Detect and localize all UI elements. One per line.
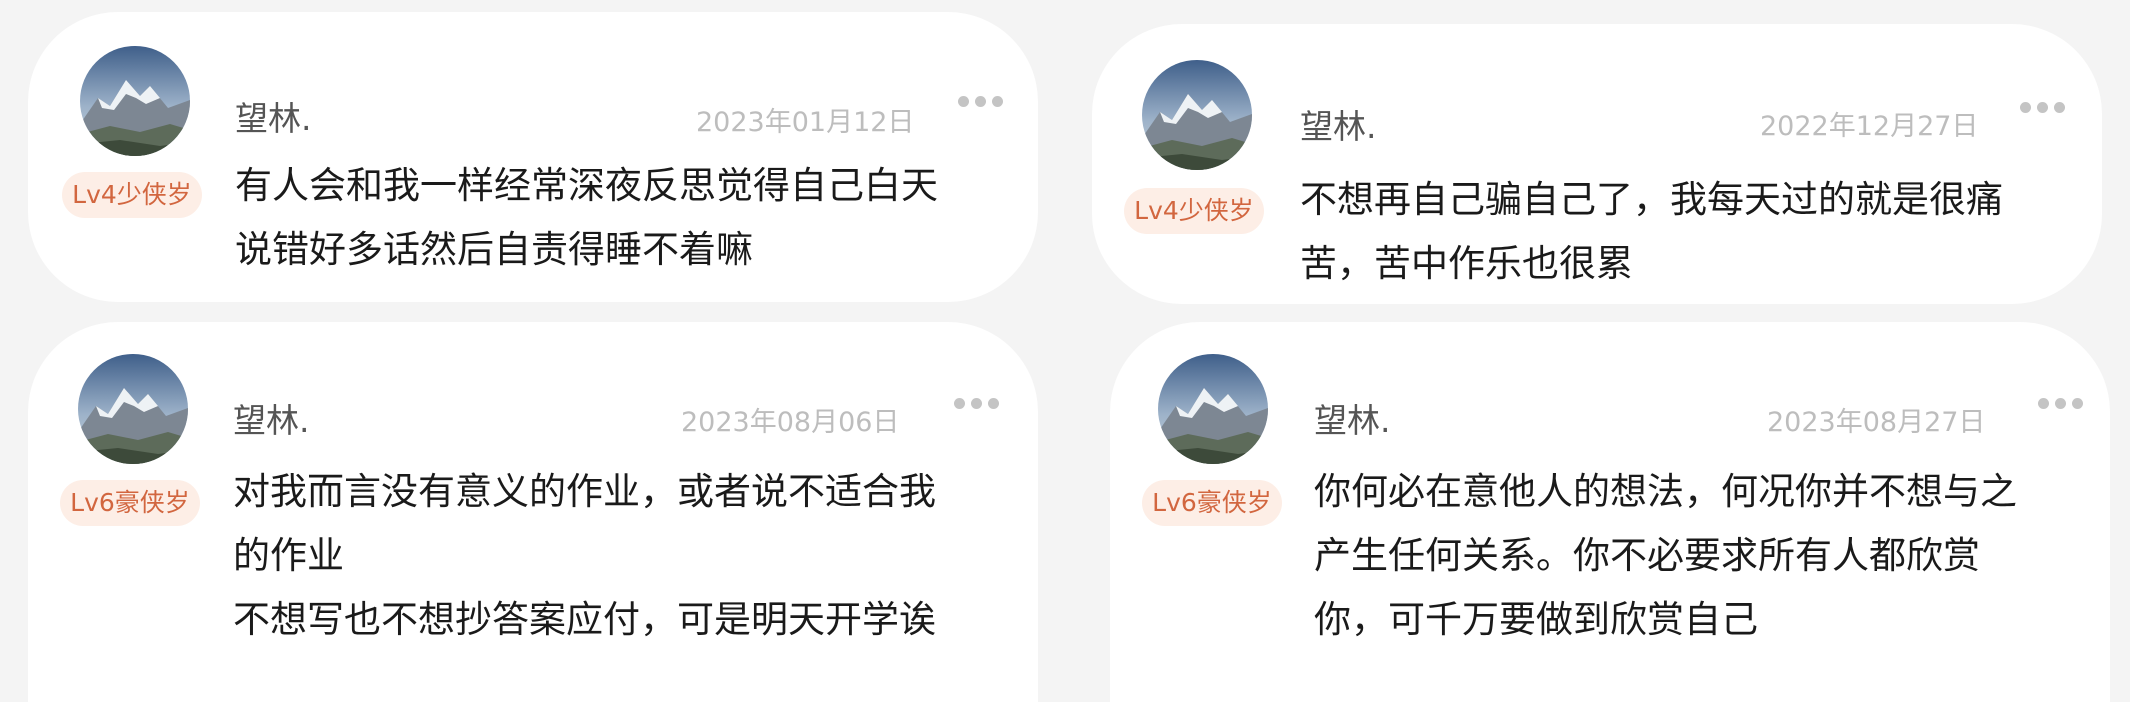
avatar[interactable] — [80, 46, 190, 156]
mountain-avatar-icon — [1158, 354, 1268, 464]
comment-text: 你何必在意他人的想法，何况你并不想与之 产生任何关系。你不必要求所有人都欣赏 你… — [1314, 460, 2017, 652]
comment-line: 的作业 — [233, 534, 344, 577]
comment-card: Lv6豪侠岁 望林. 2023年08月27日 你何必在意他人的想法，何况你并不想… — [1110, 322, 2110, 702]
username[interactable]: 望林. — [233, 394, 310, 442]
avatar[interactable] — [78, 354, 188, 464]
comment-line: 有人会和我一样经常深夜反思觉得自己白天 — [235, 164, 938, 207]
comment-line: 你，可千万要做到欣赏自己 — [1314, 598, 1758, 641]
level-badge: Lv6豪侠岁 — [1142, 480, 1282, 526]
more-options-icon[interactable] — [954, 398, 1000, 410]
comment-card: Lv4少侠岁 望林. 2022年12月27日 不想再自己骗自己了，我每天过的就是… — [1092, 24, 2102, 304]
level-badge: Lv4少侠岁 — [62, 172, 202, 218]
comment-date: 2023年08月27日 — [1767, 407, 1986, 438]
level-badge: Lv4少侠岁 — [1124, 188, 1264, 234]
avatar[interactable] — [1142, 60, 1252, 170]
comment-date: 2022年12月27日 — [1760, 111, 1979, 142]
mountain-avatar-icon — [78, 354, 188, 464]
more-options-icon[interactable] — [2020, 102, 2066, 114]
comment-text: 对我而言没有意义的作业，或者说不适合我 的作业 不想写也不想抄答案应付，可是明天… — [233, 460, 936, 652]
comment-text: 不想再自己骗自己了，我每天过的就是很痛 苦，苦中作乐也很累 — [1300, 168, 2003, 296]
comment-card: Lv4少侠岁 望林. 2023年01月12日 有人会和我一样经常深夜反思觉得自己… — [28, 12, 1038, 302]
level-badge: Lv6豪侠岁 — [60, 480, 200, 526]
username[interactable]: 望林. — [1314, 394, 1391, 442]
more-options-icon[interactable] — [958, 96, 1004, 108]
comment-line: 不想写也不想抄答案应付，可是明天开学诶 — [233, 598, 936, 641]
username[interactable]: 望林. — [235, 92, 312, 140]
comment-line: 你何必在意他人的想法，何况你并不想与之 — [1314, 470, 2017, 513]
comment-line: 产生任何关系。你不必要求所有人都欣赏 — [1314, 534, 1980, 577]
comment-date: 2023年01月12日 — [696, 107, 915, 138]
comment-line: 苦，苦中作乐也很累 — [1300, 242, 1633, 285]
avatar[interactable] — [1158, 354, 1268, 464]
mountain-avatar-icon — [80, 46, 190, 156]
username[interactable]: 望林. — [1300, 100, 1377, 148]
comment-line: 不想再自己骗自己了，我每天过的就是很痛 — [1300, 178, 2003, 221]
comment-line: 对我而言没有意义的作业，或者说不适合我 — [233, 470, 936, 513]
mountain-avatar-icon — [1142, 60, 1252, 170]
comment-line: 说错好多话然后自责得睡不着嘛 — [235, 228, 753, 271]
comment-text: 有人会和我一样经常深夜反思觉得自己白天 说错好多话然后自责得睡不着嘛 — [235, 154, 938, 282]
more-options-icon[interactable] — [2038, 398, 2084, 410]
comment-card: Lv6豪侠岁 望林. 2023年08月06日 对我而言没有意义的作业，或者说不适… — [28, 322, 1038, 702]
comment-date: 2023年08月06日 — [681, 407, 900, 438]
